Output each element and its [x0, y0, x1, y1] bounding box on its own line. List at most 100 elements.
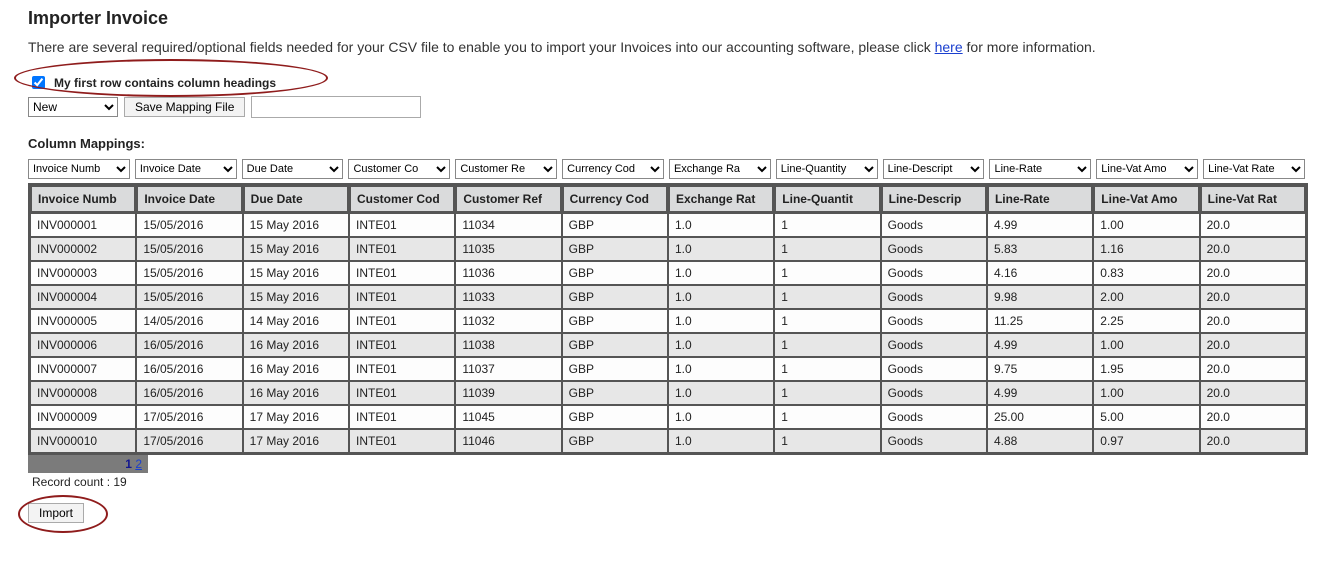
table-cell: 4.88	[987, 429, 1093, 453]
table-cell: 17 May 2016	[243, 405, 349, 429]
column-mapping-select[interactable]: Currency Cod	[562, 159, 664, 179]
table-cell: GBP	[562, 261, 668, 285]
table-cell: 20.0	[1200, 333, 1306, 357]
table-cell: GBP	[562, 333, 668, 357]
table-cell: 11.25	[987, 309, 1093, 333]
first-row-checkbox[interactable]	[32, 76, 45, 89]
table-row: INV00000514/05/201614 May 2016INTE011103…	[30, 309, 1306, 333]
table-cell: 11032	[455, 309, 561, 333]
table-cell: 1.00	[1093, 381, 1199, 405]
table-cell: 5.83	[987, 237, 1093, 261]
table-cell: 4.99	[987, 381, 1093, 405]
table-cell: 0.97	[1093, 429, 1199, 453]
table-cell: Goods	[881, 381, 987, 405]
column-mappings-label: Column Mappings:	[28, 136, 1305, 151]
table-cell: 1	[774, 261, 880, 285]
table-cell: INTE01	[349, 309, 455, 333]
table-row: INV00000415/05/201615 May 2016INTE011103…	[30, 285, 1306, 309]
table-cell: 17/05/2016	[136, 405, 242, 429]
column-mapping-select[interactable]: Line-Quantity	[776, 159, 878, 179]
table-row: INV00000616/05/201616 May 2016INTE011103…	[30, 333, 1306, 357]
column-mapping-select[interactable]: Customer Re	[455, 159, 557, 179]
table-cell: 14 May 2016	[243, 309, 349, 333]
table-cell: 1	[774, 285, 880, 309]
table-cell: INV000007	[30, 357, 136, 381]
table-cell: 2.00	[1093, 285, 1199, 309]
table-cell: 1.0	[668, 429, 774, 453]
column-mapping-select[interactable]: Due Date	[242, 159, 344, 179]
table-cell: 9.75	[987, 357, 1093, 381]
table-cell: 1	[774, 237, 880, 261]
table-header: Invoice Numb	[30, 185, 136, 213]
table-cell: INV000003	[30, 261, 136, 285]
intro-here-link[interactable]: here	[935, 39, 963, 55]
table-row: INV00000215/05/201615 May 2016INTE011103…	[30, 237, 1306, 261]
column-mapping-row: Invoice NumbInvoice DateDue DateCustomer…	[28, 159, 1305, 179]
table-cell: 11045	[455, 405, 561, 429]
intro-text: There are several required/optional fiel…	[28, 39, 1305, 55]
table-cell: 11034	[455, 213, 561, 237]
data-table: Invoice NumbInvoice DateDue DateCustomer…	[28, 183, 1308, 455]
table-cell: 1.0	[668, 213, 774, 237]
table-cell: INV000001	[30, 213, 136, 237]
record-count: Record count : 19	[32, 475, 1305, 489]
table-cell: 1.00	[1093, 333, 1199, 357]
table-cell: 1.95	[1093, 357, 1199, 381]
table-header: Customer Cod	[349, 185, 455, 213]
column-mapping-select[interactable]: Customer Co	[348, 159, 450, 179]
table-header: Customer Ref	[455, 185, 561, 213]
first-row-label: My first row contains column headings	[54, 76, 276, 90]
table-cell: Goods	[881, 285, 987, 309]
intro-pre: There are several required/optional fiel…	[28, 39, 935, 55]
table-cell: 14/05/2016	[136, 309, 242, 333]
column-mapping-select[interactable]: Invoice Date	[135, 159, 237, 179]
import-button[interactable]: Import	[28, 503, 84, 523]
table-cell: 20.0	[1200, 405, 1306, 429]
table-cell: GBP	[562, 285, 668, 309]
table-row: INV00000315/05/201615 May 2016INTE011103…	[30, 261, 1306, 285]
table-cell: Goods	[881, 309, 987, 333]
table-cell: 1.0	[668, 237, 774, 261]
table-cell: 15 May 2016	[243, 213, 349, 237]
table-cell: GBP	[562, 429, 668, 453]
table-cell: 16 May 2016	[243, 333, 349, 357]
pager-current: 1	[125, 457, 132, 471]
table-cell: 1	[774, 381, 880, 405]
table-cell: INTE01	[349, 429, 455, 453]
table-cell: GBP	[562, 237, 668, 261]
table-cell: 15 May 2016	[243, 237, 349, 261]
table-cell: GBP	[562, 381, 668, 405]
column-mapping-select[interactable]: Invoice Numb	[28, 159, 130, 179]
mapping-select[interactable]: New	[28, 97, 118, 117]
table-cell: 1.16	[1093, 237, 1199, 261]
column-mapping-select[interactable]: Line-Descript	[883, 159, 985, 179]
pager-next-link[interactable]: 2	[135, 457, 142, 471]
table-cell: GBP	[562, 213, 668, 237]
table-cell: GBP	[562, 357, 668, 381]
mapping-name-input[interactable]	[251, 96, 421, 118]
table-cell: INTE01	[349, 285, 455, 309]
table-cell: INV000002	[30, 237, 136, 261]
table-cell: INTE01	[349, 237, 455, 261]
table-cell: 16 May 2016	[243, 357, 349, 381]
table-cell: 11033	[455, 285, 561, 309]
column-mapping-select[interactable]: Line-Vat Rate	[1203, 159, 1305, 179]
column-mapping-select[interactable]: Line-Vat Amo	[1096, 159, 1198, 179]
table-cell: INV000006	[30, 333, 136, 357]
save-mapping-button[interactable]: Save Mapping File	[124, 97, 245, 117]
table-cell: INV000008	[30, 381, 136, 405]
table-cell: 1	[774, 357, 880, 381]
table-cell: 1.0	[668, 309, 774, 333]
table-cell: 1	[774, 333, 880, 357]
column-mapping-select[interactable]: Exchange Ra	[669, 159, 771, 179]
column-mapping-select[interactable]: Line-Rate	[989, 159, 1091, 179]
table-cell: INV000010	[30, 429, 136, 453]
table-cell: GBP	[562, 309, 668, 333]
table-header: Line-Quantit	[774, 185, 880, 213]
table-cell: 11037	[455, 357, 561, 381]
table-cell: 11039	[455, 381, 561, 405]
table-cell: 16/05/2016	[136, 333, 242, 357]
table-cell: 11035	[455, 237, 561, 261]
table-cell: 16/05/2016	[136, 381, 242, 405]
table-cell: Goods	[881, 261, 987, 285]
